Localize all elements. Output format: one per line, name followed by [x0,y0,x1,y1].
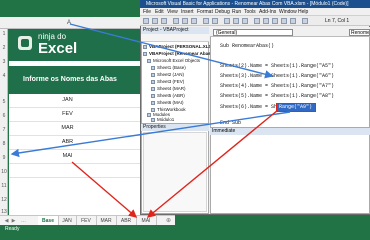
arrow-mai-to-tab [71,161,138,218]
arrow-code-to-tab [146,109,279,218]
arrow-column-a [69,23,274,79]
annotation-arrows [10,23,291,218]
arrow-to-row-9 [10,111,291,158]
